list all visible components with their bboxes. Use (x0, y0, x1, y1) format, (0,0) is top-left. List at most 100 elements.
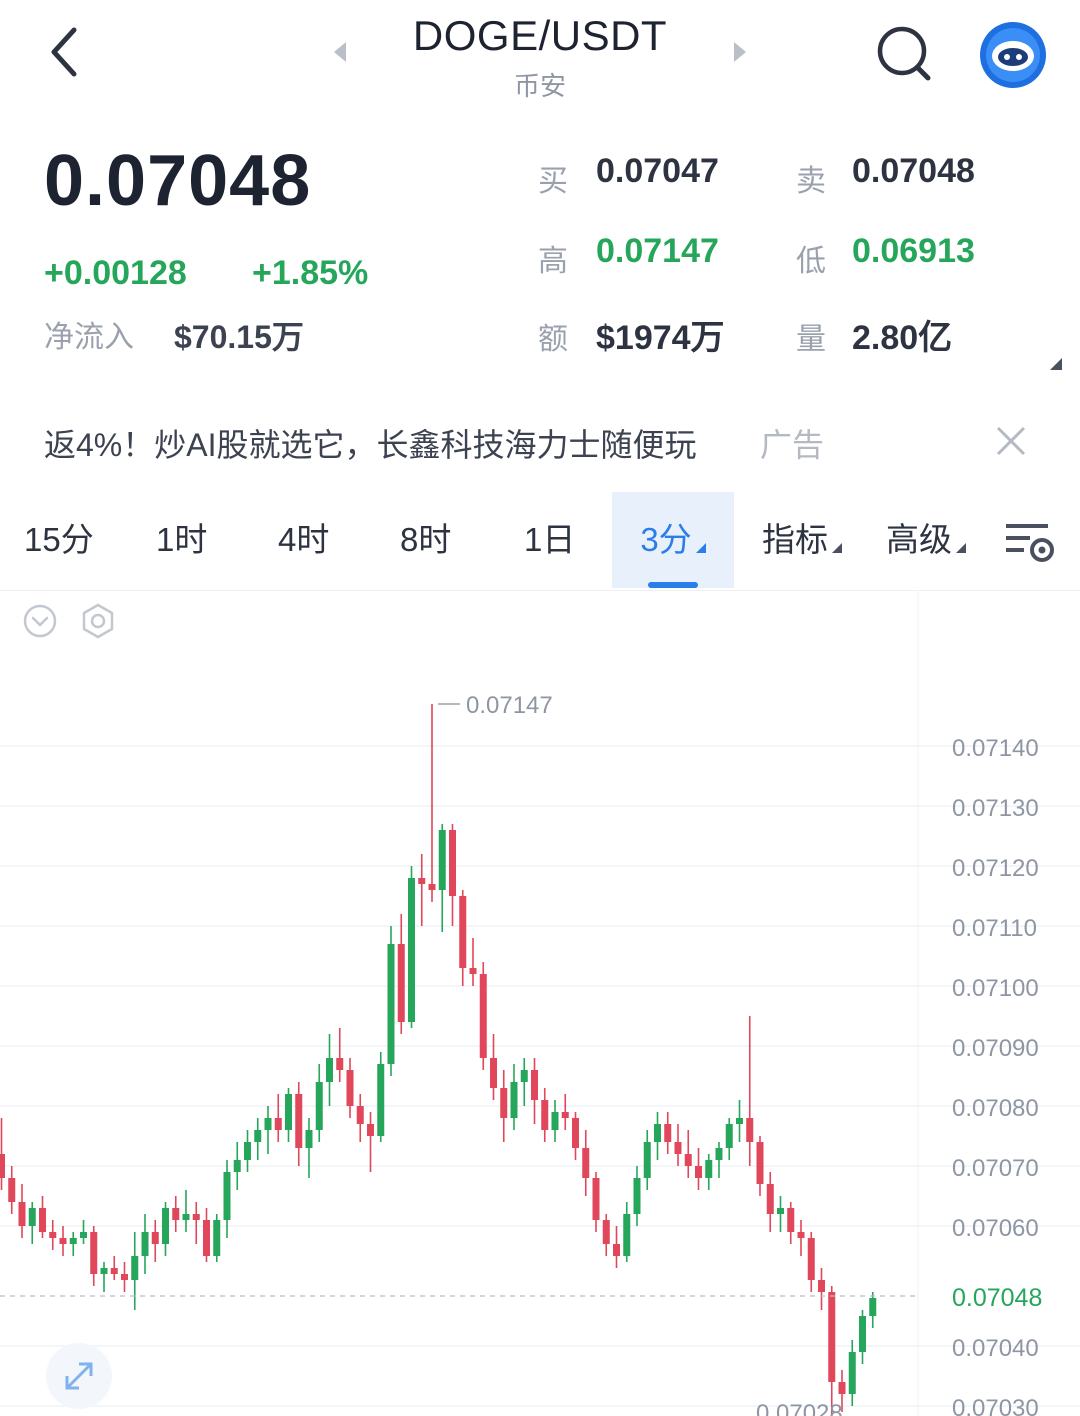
candle-body (684, 1154, 692, 1166)
last-price: 0.07048 (44, 141, 312, 221)
expand-details-icon[interactable] (1050, 358, 1062, 370)
candle-body (28, 1208, 36, 1226)
candle-body (356, 1106, 364, 1124)
candle-body (141, 1232, 149, 1256)
candle-body (387, 944, 395, 1064)
price-change-percent: +1.85% (252, 254, 369, 292)
collapse-icon[interactable] (22, 603, 58, 639)
last-price-label: 0.07048 (952, 1284, 1042, 1312)
high-marker-label: 0.07147 (466, 692, 553, 719)
tab-1h[interactable]: 1时 (156, 492, 207, 588)
high-label: 高 (538, 245, 568, 278)
candle-body (49, 1232, 57, 1238)
candle-body (254, 1130, 262, 1142)
low-label: 低 (796, 245, 826, 278)
active-tab-indicator (648, 582, 698, 588)
ad-text[interactable]: 返4%！炒AI股就选它，长鑫科技海力士随便玩 (44, 420, 697, 466)
candle-body (592, 1178, 600, 1220)
y-tick-label: 0.07100 (952, 975, 1039, 1002)
candle-body (418, 878, 426, 884)
chart-settings-icon[interactable] (1004, 520, 1056, 564)
tab-advanced[interactable]: 高级 (886, 492, 966, 588)
netflow-label: 净流入 (44, 321, 134, 354)
candle-body (80, 1232, 87, 1238)
candle-body (203, 1220, 210, 1256)
candle-body (377, 1064, 385, 1136)
bid-label: 买 (538, 165, 568, 198)
candle-body (131, 1256, 139, 1280)
gear-icon[interactable] (80, 603, 116, 639)
tab-1d[interactable]: 1日 (524, 492, 575, 588)
kline-chart[interactable]: 0.07140 0.07130 0.07120 0.07110 0.07100 0.070… (0, 590, 1080, 1416)
candle-body (121, 1274, 128, 1280)
candle-body (848, 1352, 856, 1394)
candle-body (213, 1220, 221, 1256)
expand-icon (65, 1362, 93, 1390)
high-value: 0.07147 (596, 232, 719, 270)
low-marker-label: 0.07028 (756, 1400, 843, 1416)
candle-body (756, 1142, 764, 1184)
price-change: +0.00128 (44, 254, 187, 292)
candle-body (449, 830, 456, 896)
tab-4h[interactable]: 4时 (278, 492, 329, 588)
candle-body (39, 1208, 46, 1232)
candle-body (100, 1268, 108, 1274)
candle-body (746, 1118, 754, 1142)
volume-value: 2.80亿 (852, 319, 953, 357)
candle-body (654, 1124, 661, 1142)
candle-body (736, 1118, 743, 1124)
tab-indicators[interactable]: 指标 (762, 492, 842, 588)
candle-body (705, 1160, 713, 1178)
candle-body (336, 1058, 344, 1070)
y-tick-label: 0.07030 (952, 1395, 1039, 1416)
amount-label: 额 (538, 323, 568, 356)
candle-body (561, 1112, 569, 1118)
candle-body (182, 1214, 190, 1220)
exchange-name: 币安 (513, 71, 566, 101)
candle-body (244, 1142, 251, 1160)
candle-body (777, 1208, 784, 1214)
candle-body (18, 1202, 26, 1226)
candle-body (264, 1118, 272, 1130)
tab-3m[interactable]: 3分 (612, 492, 734, 588)
candle-body (725, 1124, 733, 1148)
candle-body (326, 1058, 333, 1082)
candle-body (541, 1100, 549, 1130)
search-icon[interactable] (874, 24, 934, 84)
y-tick-label: 0.07140 (952, 735, 1039, 762)
candle-body (295, 1094, 303, 1148)
fullscreen-button[interactable] (46, 1343, 112, 1409)
candle-body (572, 1118, 579, 1148)
candle-body (869, 1298, 877, 1316)
y-tick-label: 0.07120 (952, 855, 1039, 882)
ask-label: 卖 (796, 165, 826, 198)
candle-body (8, 1178, 16, 1202)
candle-body (315, 1082, 323, 1130)
robot-avatar-icon[interactable] (978, 20, 1048, 90)
chevron-right-icon[interactable] (730, 40, 750, 64)
tab-15m[interactable]: 15分 (24, 492, 94, 588)
candle-body (520, 1070, 528, 1082)
chevron-left-icon[interactable] (330, 40, 350, 64)
back-arrow-icon[interactable] (40, 24, 90, 80)
candle-body (162, 1208, 169, 1244)
dropdown-triangle-icon (832, 543, 842, 553)
candle-body (438, 830, 446, 890)
candle-body (510, 1082, 518, 1118)
candle-body (613, 1244, 620, 1256)
y-tick-label: 0.07070 (952, 1155, 1039, 1182)
low-value: 0.06913 (852, 232, 975, 270)
candle-body (859, 1316, 866, 1352)
close-icon[interactable] (992, 422, 1030, 460)
candle-body (797, 1232, 805, 1238)
candle-body (469, 968, 477, 974)
bid-value: 0.07047 (596, 152, 719, 190)
candle-body (818, 1280, 825, 1292)
candlestick-chart[interactable]: 0.07140 0.07130 0.07120 0.07110 0.07100 0.070… (0, 591, 1080, 1416)
candle-body (305, 1130, 313, 1148)
candle-body (479, 974, 487, 1058)
candle-body (807, 1238, 815, 1280)
tab-8h[interactable]: 8时 (400, 492, 451, 588)
pair-title[interactable]: DOGE/USDT (360, 12, 720, 60)
ask-value: 0.07048 (852, 152, 975, 190)
